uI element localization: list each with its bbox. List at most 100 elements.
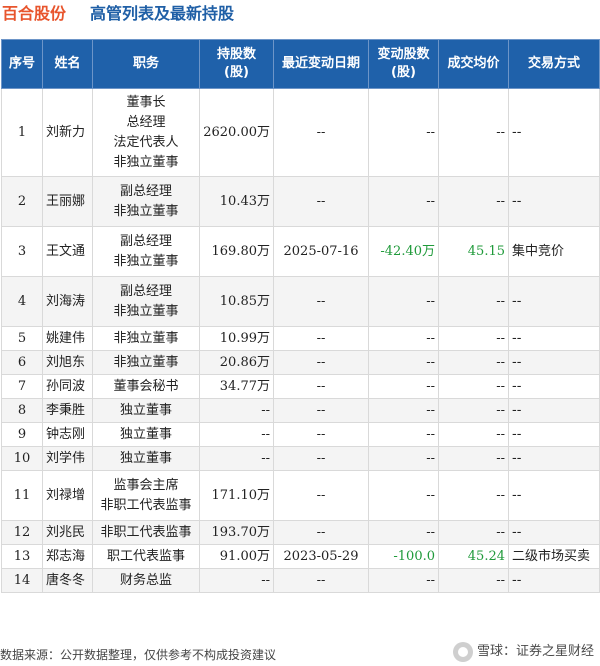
name-cell: 王丽娜 <box>42 176 93 227</box>
price-cell: -- <box>438 350 509 375</box>
table-row: 10 刘学伟 独立董事 -- -- -- -- -- <box>1 446 600 471</box>
column-header: 持股数 (股) <box>199 39 274 89</box>
column-header: 成交均价 <box>438 39 509 89</box>
date-cell: 2025-07-16 <box>273 226 369 277</box>
column-header: 交易方式 <box>508 39 600 89</box>
change-cell: -- <box>368 350 439 375</box>
price-cell: 45.24 <box>438 544 509 569</box>
table-row: 11 刘禄增 监事会主席 非职工代表监事 171.10万 -- -- -- -- <box>1 470 600 521</box>
seq-cell: 3 <box>1 226 43 277</box>
date-cell: -- <box>273 568 369 593</box>
price-cell: 45.15 <box>438 226 509 277</box>
position-cell: 监事会主席 非职工代表监事 <box>92 470 200 521</box>
snowball-icon <box>452 642 473 662</box>
price-cell: -- <box>438 568 509 593</box>
date-cell: 2023-05-29 <box>273 544 369 569</box>
change-cell: -42.40万 <box>368 226 439 277</box>
table-row: 9 钟志刚 独立董事 -- -- -- -- -- <box>1 422 600 447</box>
holdings-table: 序号 姓名 职务 持股数 (股) 最近变动日期 变动股数 (股) 成交均价 交易方式 1 刘新力 董事… <box>1 39 600 593</box>
position-cell: 董事会秘书 <box>92 374 200 399</box>
column-header: 职务 <box>92 39 200 89</box>
shares-cell: 171.10万 <box>199 470 274 521</box>
table-row: 8 李秉胜 独立董事 -- -- -- -- -- <box>1 398 600 423</box>
name-cell: 钟志刚 <box>42 422 93 447</box>
seq-cell: 2 <box>1 176 43 227</box>
position-cell: 非独立董事 <box>92 326 200 351</box>
method-cell: -- <box>508 398 600 423</box>
table-row: 7 孙同波 董事会秘书 34.77万 -- -- -- -- <box>1 374 600 399</box>
seq-cell: 7 <box>1 374 43 399</box>
method-cell: 集中竞价 <box>508 226 600 277</box>
table-row: 2 王丽娜 副总经理 非独立董事 10.43万 -- -- -- -- <box>1 176 600 227</box>
footer-source: 数据来源：公开数据整理，仅供参考不构成投资建议 <box>0 648 277 662</box>
seq-cell: 10 <box>1 446 43 471</box>
name-cell: 郑志海 <box>42 544 93 569</box>
name-cell: 刘学伟 <box>42 446 93 471</box>
price-cell: -- <box>438 520 509 545</box>
position-cell: 非独立董事 <box>92 350 200 375</box>
table-row: 13 郑志海 职工代表监事 91.00万 2023-05-29 -100.0 45.24 二级… <box>1 544 600 569</box>
method-cell: -- <box>508 276 600 327</box>
date-cell: -- <box>273 520 369 545</box>
change-cell: -- <box>368 470 439 521</box>
shares-cell: -- <box>199 422 274 447</box>
position-cell: 独立董事 <box>92 398 200 423</box>
shares-cell: 193.70万 <box>199 520 274 545</box>
name-cell: 李秉胜 <box>42 398 93 423</box>
position-cell: 独立董事 <box>92 422 200 447</box>
change-cell: -100.0 <box>368 544 439 569</box>
table-row: 1 刘新力 董事长 总经理 法定代表人 非独立董事 2620.00万 -- -- -- -- <box>1 88 600 177</box>
header: 百合股份 高管列表及最新持股 <box>0 0 600 30</box>
change-cell: -- <box>368 422 439 447</box>
name-cell: 刘新力 <box>42 88 93 177</box>
shares-cell: 10.85万 <box>199 276 274 327</box>
change-cell: -- <box>368 276 439 327</box>
change-cell: -- <box>368 374 439 399</box>
seq-cell: 9 <box>1 422 43 447</box>
price-cell: -- <box>438 276 509 327</box>
name-cell: 王文通 <box>42 226 93 277</box>
shares-cell: -- <box>199 398 274 423</box>
seq-cell: 6 <box>1 350 43 375</box>
shares-cell: 20.86万 <box>199 350 274 375</box>
price-cell: -- <box>438 446 509 471</box>
method-cell: -- <box>508 350 600 375</box>
shares-cell: 10.99万 <box>199 326 274 351</box>
company-name: 百合股份 <box>2 4 67 23</box>
position-cell: 非职工代表监事 <box>92 520 200 545</box>
method-cell: -- <box>508 374 600 399</box>
price-cell: -- <box>438 374 509 399</box>
change-cell: -- <box>368 520 439 545</box>
column-header: 最近变动日期 <box>273 39 369 89</box>
method-cell: -- <box>508 470 600 521</box>
shares-cell: 10.43万 <box>199 176 274 227</box>
price-cell: -- <box>438 422 509 447</box>
method-cell: -- <box>508 446 600 471</box>
method-cell: -- <box>508 88 600 177</box>
method-cell: -- <box>508 422 600 447</box>
position-cell: 独立董事 <box>92 446 200 471</box>
price-cell: -- <box>438 326 509 351</box>
position-cell: 职工代表监事 <box>92 544 200 569</box>
table-row: 5 姚建伟 非独立董事 10.99万 -- -- -- -- <box>1 326 600 351</box>
position-cell: 副总经理 非独立董事 <box>92 176 200 227</box>
name-cell: 刘旭东 <box>42 350 93 375</box>
date-cell: -- <box>273 176 369 227</box>
date-cell: -- <box>273 446 369 471</box>
shares-cell: 169.80万 <box>199 226 274 277</box>
name-cell: 刘禄增 <box>42 470 93 521</box>
position-cell: 财务总监 <box>92 568 200 593</box>
date-cell: -- <box>273 88 369 177</box>
method-cell: -- <box>508 326 600 351</box>
change-cell: -- <box>368 568 439 593</box>
date-cell: -- <box>273 326 369 351</box>
method-cell: -- <box>508 176 600 227</box>
position-cell: 副总经理 非独立董事 <box>92 226 200 277</box>
table-row: 14 唐冬冬 财务总监 -- -- -- -- -- <box>1 568 600 593</box>
name-cell: 刘海涛 <box>42 276 93 327</box>
position-cell: 副总经理 非独立董事 <box>92 276 200 327</box>
shares-cell: -- <box>199 446 274 471</box>
change-cell: -- <box>368 88 439 177</box>
method-cell: -- <box>508 520 600 545</box>
date-cell: -- <box>273 374 369 399</box>
